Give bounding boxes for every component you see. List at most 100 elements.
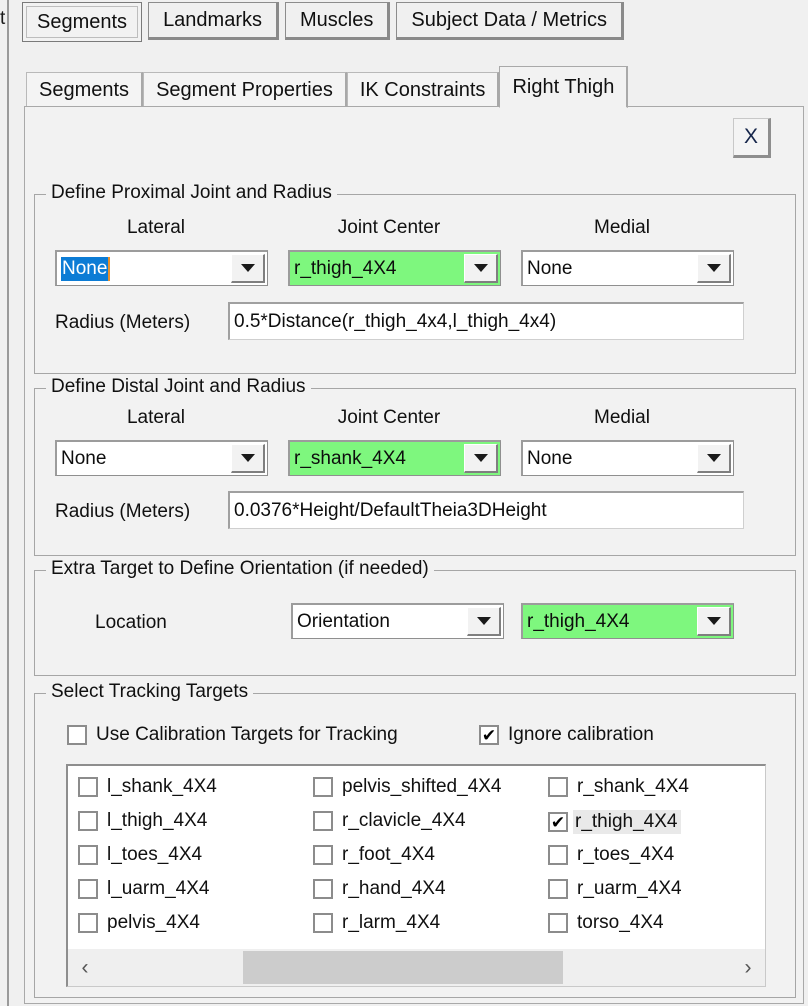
horizontal-scrollbar[interactable]: ‹ › (68, 948, 765, 986)
tab-landmarks[interactable]: Landmarks (148, 2, 279, 40)
distal-joint-center-dropdown[interactable]: r_shank_4X4 (288, 440, 501, 476)
chevron-down-icon[interactable] (231, 444, 265, 473)
list-item[interactable]: pelvis_shifted_4X4 (313, 776, 502, 798)
subtab-segments[interactable]: Segments (26, 72, 144, 108)
tracking-target-label: r_larm_4X4 (342, 912, 441, 933)
sub-tab-bar: Segments Segment Properties IK Constrain… (26, 66, 629, 108)
proximal-joint-center-value: r_thigh_4X4 (290, 252, 464, 285)
tracking-target-checkbox[interactable] (548, 845, 568, 865)
scrollbar-thumb[interactable] (243, 951, 563, 984)
orientation-location-label: Location (95, 612, 167, 633)
use-calibration-targets-checkbox-row[interactable]: Use Calibration Targets for Tracking (67, 724, 398, 746)
scroll-left-icon[interactable]: ‹ (68, 949, 102, 986)
tab-subject-data-metrics[interactable]: Subject Data / Metrics (396, 2, 624, 40)
tracking-group-label: Select Tracking Targets (46, 681, 254, 703)
distal-joint-center-header: Joint Center (337, 407, 441, 428)
close-button[interactable]: X (733, 118, 771, 158)
list-item[interactable]: pelvis_4X4 (78, 912, 200, 934)
list-item[interactable]: l_shank_4X4 (78, 776, 217, 798)
tracking-target-label: l_uarm_4X4 (107, 878, 210, 899)
orientation-target-dropdown[interactable]: r_thigh_4X4 (521, 603, 734, 639)
tracking-target-checkbox[interactable] (548, 777, 568, 797)
orientation-location-dropdown[interactable]: Orientation (291, 603, 504, 639)
chevron-down-icon[interactable] (464, 254, 498, 283)
proximal-medial-dropdown[interactable]: None (521, 250, 734, 286)
distal-joint-group: Define Distal Joint and Radius Lateral J… (34, 376, 796, 556)
tracking-target-checkbox[interactable] (313, 913, 333, 933)
distal-lateral-dropdown[interactable]: None (55, 440, 268, 476)
tracking-target-checkbox[interactable] (548, 879, 568, 899)
chevron-down-icon[interactable] (697, 254, 731, 283)
chevron-down-icon[interactable] (464, 444, 498, 473)
tracking-target-label: l_thigh_4X4 (107, 810, 208, 831)
chevron-down-icon[interactable] (467, 607, 501, 636)
list-item[interactable]: r_shank_4X4 (548, 776, 689, 798)
proximal-lateral-header: Lateral (126, 217, 186, 238)
scrollbar-track[interactable] (102, 949, 731, 986)
list-item[interactable]: r_hand_4X4 (313, 878, 446, 900)
proximal-medial-header: Medial (594, 217, 650, 238)
list-item[interactable]: r_clavicle_4X4 (313, 810, 466, 832)
tracking-target-label: pelvis_shifted_4X4 (342, 776, 502, 797)
tracking-target-checkbox[interactable] (313, 879, 333, 899)
extra-orientation-group: Extra Target to Define Orientation (if n… (34, 558, 796, 676)
tracking-target-checkbox[interactable] (78, 811, 98, 831)
tracking-target-label: torso_4X4 (577, 912, 664, 933)
proximal-joint-center-dropdown[interactable]: r_thigh_4X4 (288, 250, 501, 286)
right-thigh-panel: X Define Proximal Joint and Radius Later… (24, 106, 804, 1004)
tracking-target-checkbox[interactable] (313, 845, 333, 865)
distal-radius-input[interactable]: 0.0376*Height/DefaultTheia3DHeight (228, 491, 744, 529)
tracking-target-checkbox[interactable] (78, 913, 98, 933)
check-icon: ✔ (550, 812, 566, 832)
tracking-target-checkbox[interactable] (548, 913, 568, 933)
use-calibration-targets-checkbox[interactable] (67, 725, 87, 745)
chevron-down-icon[interactable] (697, 607, 731, 636)
tracking-target-label: pelvis_4X4 (107, 912, 200, 933)
orientation-group-label: Extra Target to Define Orientation (if n… (46, 558, 434, 580)
tracking-target-checkbox[interactable] (78, 777, 98, 797)
distal-group-label: Define Distal Joint and Radius (46, 376, 311, 398)
orientation-target-value: r_thigh_4X4 (523, 605, 697, 638)
orientation-location-value: Orientation (297, 610, 390, 632)
ignore-calibration-label: Ignore calibration (508, 724, 654, 745)
list-item[interactable]: torso_4X4 (548, 912, 664, 934)
tab-muscles[interactable]: Muscles (285, 2, 391, 40)
tracking-target-checkbox[interactable] (78, 845, 98, 865)
distal-medial-dropdown[interactable]: None (521, 440, 734, 476)
proximal-lateral-value-wrap: None (57, 252, 231, 285)
ignore-calibration-checkbox-row[interactable]: ✔ Ignore calibration (479, 724, 654, 746)
list-item[interactable]: l_uarm_4X4 (78, 878, 209, 900)
list-item[interactable]: r_toes_4X4 (548, 844, 674, 866)
tracking-target-checkbox[interactable] (78, 879, 98, 899)
distal-joint-center-value: r_shank_4X4 (290, 442, 464, 475)
list-item[interactable]: r_larm_4X4 (313, 912, 440, 934)
distal-medial-header: Medial (594, 407, 650, 428)
tracking-target-checkbox[interactable] (313, 811, 333, 831)
subtab-segment-properties[interactable]: Segment Properties (143, 72, 347, 108)
subtab-ik-constraints[interactable]: IK Constraints (346, 72, 500, 108)
subtab-right-thigh[interactable]: Right Thigh (499, 66, 629, 108)
proximal-lateral-dropdown[interactable]: None (55, 250, 268, 286)
proximal-radius-input[interactable]: 0.5*Distance(r_thigh_4x4,l_thigh_4x4) (228, 302, 744, 340)
tracking-target-label: r_shank_4X4 (577, 776, 689, 797)
tracking-targets-listbox[interactable]: l_shank_4X4 l_thigh_4X4 l_toes_4X4 l_uar… (66, 764, 766, 987)
list-item[interactable]: l_toes_4X4 (78, 844, 202, 866)
chevron-down-icon[interactable] (697, 444, 731, 473)
list-item-selected[interactable]: ✔ r_thigh_4X4 (548, 810, 682, 834)
distal-lateral-value: None (61, 447, 107, 469)
proximal-medial-value: None (527, 257, 573, 279)
tracking-target-label: l_toes_4X4 (107, 844, 203, 865)
chevron-down-icon[interactable] (231, 254, 265, 283)
list-item[interactable]: r_uarm_4X4 (548, 878, 682, 900)
distal-lateral-header: Lateral (126, 407, 186, 428)
list-item[interactable]: r_foot_4X4 (313, 844, 435, 866)
check-icon: ✔ (481, 725, 497, 745)
ignore-calibration-checkbox[interactable]: ✔ (479, 725, 499, 745)
tracking-target-checkbox[interactable] (313, 777, 333, 797)
tracking-target-checkbox[interactable]: ✔ (548, 812, 568, 832)
scroll-right-icon[interactable]: › (731, 949, 765, 986)
proximal-radius-label: Radius (Meters) (55, 312, 191, 333)
tab-segments[interactable]: Segments (22, 2, 143, 42)
select-tracking-targets-group: Select Tracking Targets Use Calibration … (34, 681, 796, 998)
list-item[interactable]: l_thigh_4X4 (78, 810, 207, 832)
